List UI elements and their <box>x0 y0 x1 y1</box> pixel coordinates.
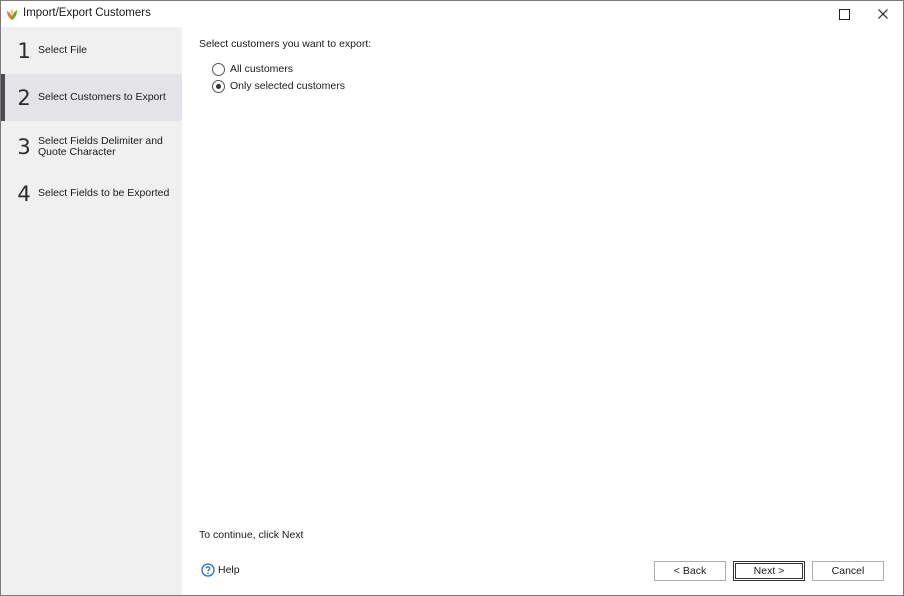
step-select-delimiter[interactable]: 3 Select Fields Delimiter and Quote Char… <box>1 123 182 170</box>
radio-all-customers[interactable]: All customers <box>212 61 293 77</box>
maximize-button[interactable] <box>825 1 863 27</box>
export-prompt: Select customers you want to export: <box>199 38 372 50</box>
close-icon <box>878 9 888 19</box>
continue-hint: To continue, click Next <box>199 529 304 541</box>
step-label: Select Fields to be Exported <box>38 187 170 199</box>
maximize-icon <box>838 8 850 20</box>
next-button[interactable]: Next > <box>733 561 805 581</box>
step-label: Select File <box>38 44 88 56</box>
wizard-content: Select customers you want to export: All… <box>182 27 903 595</box>
app-logo-icon <box>7 8 17 20</box>
step-number: 4 <box>17 181 31 206</box>
step-number: 1 <box>17 38 31 63</box>
help-label: Help <box>218 564 240 576</box>
back-button[interactable]: < Back <box>654 561 726 581</box>
radio-button[interactable] <box>212 79 225 93</box>
radio-label: All customers <box>230 63 294 75</box>
window-title: Import/Export Customers <box>23 7 151 19</box>
step-number: 2 <box>17 85 31 110</box>
radio-label: Only selected customers <box>230 80 345 92</box>
step-select-customers[interactable]: 2 Select Customers to Export <box>1 74 182 121</box>
wizard-steps-sidebar: 1 Select File 2 Select Customers to Expo… <box>1 27 182 595</box>
help-icon <box>201 563 215 577</box>
step-select-fields[interactable]: 4 Select Fields to be Exported <box>1 170 182 217</box>
help-link[interactable]: Help <box>201 563 240 577</box>
step-label: Select Customers to Export <box>38 91 166 103</box>
close-button[interactable] <box>864 1 902 27</box>
radio-button[interactable] <box>212 62 225 76</box>
step-label: Select Fields Delimiter and Quote Charac… <box>38 134 163 158</box>
cancel-button[interactable]: Cancel <box>812 561 884 581</box>
step-select-file[interactable]: 1 Select File <box>1 27 182 74</box>
step-number: 3 <box>17 134 31 159</box>
export-wizard-window: Import/Export Customers 1 Select File 2 … <box>0 0 904 596</box>
radio-only-selected-customers[interactable]: Only selected customers <box>212 78 345 94</box>
title-bar: Import/Export Customers <box>1 1 903 27</box>
